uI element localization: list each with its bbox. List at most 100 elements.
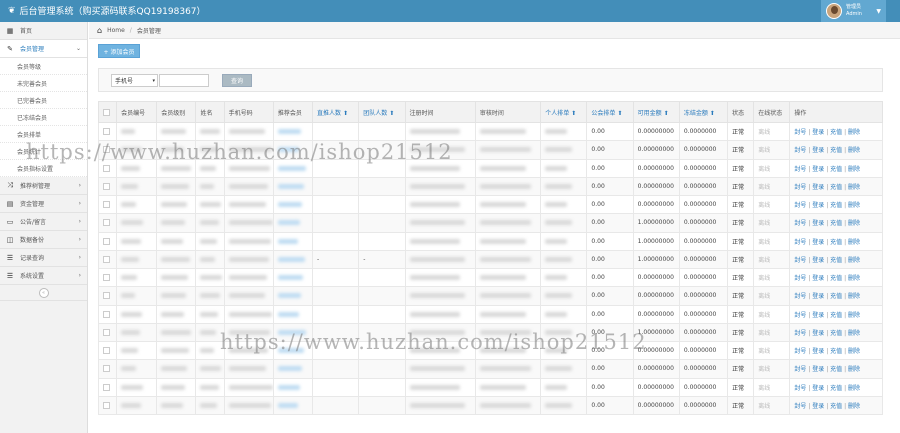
sidebar-item[interactable]: ◫ 数据备份 › <box>0 231 87 249</box>
sidebar-item[interactable]: ☰ 记录查询 › <box>0 249 87 267</box>
sidebar-subitem[interactable]: 会员统计 <box>0 143 87 160</box>
search-input[interactable] <box>159 74 209 87</box>
login-link[interactable]: 登录 <box>812 147 824 154</box>
ban-link[interactable]: 封号 <box>794 366 806 373</box>
row-checkbox[interactable] <box>103 219 110 227</box>
delete-link[interactable]: 删除 <box>848 202 860 209</box>
recharge-link[interactable]: 充值 <box>830 166 842 173</box>
row-checkbox[interactable] <box>103 237 110 245</box>
recharge-link[interactable]: 充值 <box>830 348 842 355</box>
delete-link[interactable]: 删除 <box>848 385 860 392</box>
row-checkbox[interactable] <box>103 292 110 300</box>
column-header[interactable]: 直推人数 ⬆ <box>312 101 360 123</box>
recharge-link[interactable]: 充值 <box>830 129 842 136</box>
ban-link[interactable]: 封号 <box>794 147 806 154</box>
sidebar-item[interactable]: ⤨ 推荐树管理 › <box>0 177 87 195</box>
delete-link[interactable]: 删除 <box>848 184 860 191</box>
home-icon[interactable]: ⌂ <box>97 26 102 35</box>
delete-link[interactable]: 删除 <box>848 239 860 246</box>
delete-link[interactable]: 删除 <box>848 257 860 264</box>
delete-link[interactable]: 删除 <box>848 348 860 355</box>
column-header[interactable]: 公会排单 ⬆ <box>586 101 634 123</box>
recharge-link[interactable]: 充值 <box>830 385 842 392</box>
login-link[interactable]: 登录 <box>812 312 824 319</box>
row-checkbox[interactable] <box>103 128 110 136</box>
recharge-link[interactable]: 充值 <box>830 220 842 227</box>
row-checkbox[interactable] <box>103 164 110 172</box>
delete-link[interactable]: 删除 <box>848 403 860 410</box>
sidebar-subitem[interactable]: 会员指标设置 <box>0 160 87 177</box>
login-link[interactable]: 登录 <box>812 257 824 264</box>
recharge-link[interactable]: 充值 <box>830 312 842 319</box>
login-link[interactable]: 登录 <box>812 275 824 282</box>
ban-link[interactable]: 封号 <box>794 220 806 227</box>
app-brand[interactable]: ❦ 后台管理系统（购买源码联系QQ19198367） <box>8 4 206 18</box>
sidebar-subitem[interactable]: 会员排单 <box>0 126 87 143</box>
user-menu[interactable]: 管理员 Admin ▼ <box>821 0 886 22</box>
login-link[interactable]: 登录 <box>812 330 824 337</box>
login-link[interactable]: 登录 <box>812 220 824 227</box>
sidebar-item[interactable]: ▦ 首页 <box>0 22 87 40</box>
delete-link[interactable]: 删除 <box>848 330 860 337</box>
login-link[interactable]: 登录 <box>812 403 824 410</box>
login-link[interactable]: 登录 <box>812 202 824 209</box>
row-checkbox[interactable] <box>103 274 110 282</box>
login-link[interactable]: 登录 <box>812 239 824 246</box>
column-header[interactable]: 可用金额 ⬆ <box>632 101 680 123</box>
recharge-link[interactable]: 充值 <box>830 184 842 191</box>
delete-link[interactable]: 删除 <box>848 312 860 319</box>
search-field-select[interactable]: 手机号 ▾ <box>111 74 158 87</box>
delete-link[interactable]: 删除 <box>848 166 860 173</box>
row-checkbox[interactable] <box>103 182 110 190</box>
recharge-link[interactable]: 充值 <box>830 239 842 246</box>
sidebar-subitem[interactable]: 未完善会员 <box>0 75 87 92</box>
select-all-header[interactable] <box>97 101 118 123</box>
sidebar-item[interactable]: ☰ 系统设置 › <box>0 267 87 285</box>
ban-link[interactable]: 封号 <box>794 330 806 337</box>
row-checkbox[interactable] <box>103 146 110 154</box>
login-link[interactable]: 登录 <box>812 385 824 392</box>
recharge-link[interactable]: 充值 <box>830 257 842 264</box>
column-header[interactable]: 团队人数 ⬆ <box>358 101 406 123</box>
delete-link[interactable]: 删除 <box>848 147 860 154</box>
select-all-checkbox[interactable] <box>103 108 110 116</box>
recharge-link[interactable]: 充值 <box>830 330 842 337</box>
sidebar-subitem[interactable]: 已完善会员 <box>0 92 87 109</box>
login-link[interactable]: 登录 <box>812 366 824 373</box>
row-checkbox[interactable] <box>103 310 110 318</box>
column-header[interactable]: 个人排单 ⬆ <box>540 101 588 123</box>
login-link[interactable]: 登录 <box>812 348 824 355</box>
recharge-link[interactable]: 充值 <box>830 403 842 410</box>
login-link[interactable]: 登录 <box>812 129 824 136</box>
sidebar-item[interactable]: ▭ 公告/留言 › <box>0 213 87 231</box>
delete-link[interactable]: 删除 <box>848 220 860 227</box>
recharge-link[interactable]: 充值 <box>830 147 842 154</box>
ban-link[interactable]: 封号 <box>794 257 806 264</box>
recharge-link[interactable]: 充值 <box>830 366 842 373</box>
row-checkbox[interactable] <box>103 383 110 391</box>
sidebar-item[interactable]: ▤ 资金管理 › <box>0 195 87 213</box>
ban-link[interactable]: 封号 <box>794 403 806 410</box>
ban-link[interactable]: 封号 <box>794 312 806 319</box>
add-member-button[interactable]: + 添加会员 <box>98 44 140 58</box>
column-header[interactable]: 冻结金额 ⬆ <box>678 101 729 123</box>
row-checkbox[interactable] <box>103 365 110 373</box>
login-link[interactable]: 登录 <box>812 293 824 300</box>
ban-link[interactable]: 封号 <box>794 385 806 392</box>
sidebar-collapse-button[interactable]: « <box>0 285 87 301</box>
row-checkbox[interactable] <box>103 328 110 336</box>
row-checkbox[interactable] <box>103 201 110 209</box>
sidebar-subitem[interactable]: 会员等级 <box>0 58 87 75</box>
row-checkbox[interactable] <box>103 401 110 409</box>
login-link[interactable]: 登录 <box>812 166 824 173</box>
ban-link[interactable]: 封号 <box>794 293 806 300</box>
query-button[interactable]: 查询 <box>222 74 252 87</box>
ban-link[interactable]: 封号 <box>794 275 806 282</box>
row-checkbox[interactable] <box>103 347 110 355</box>
recharge-link[interactable]: 充值 <box>830 202 842 209</box>
delete-link[interactable]: 删除 <box>848 366 860 373</box>
ban-link[interactable]: 封号 <box>794 184 806 191</box>
sidebar-subitem[interactable]: 已冻结会员 <box>0 109 87 126</box>
breadcrumb-home[interactable]: Home <box>107 27 125 34</box>
ban-link[interactable]: 封号 <box>794 129 806 136</box>
